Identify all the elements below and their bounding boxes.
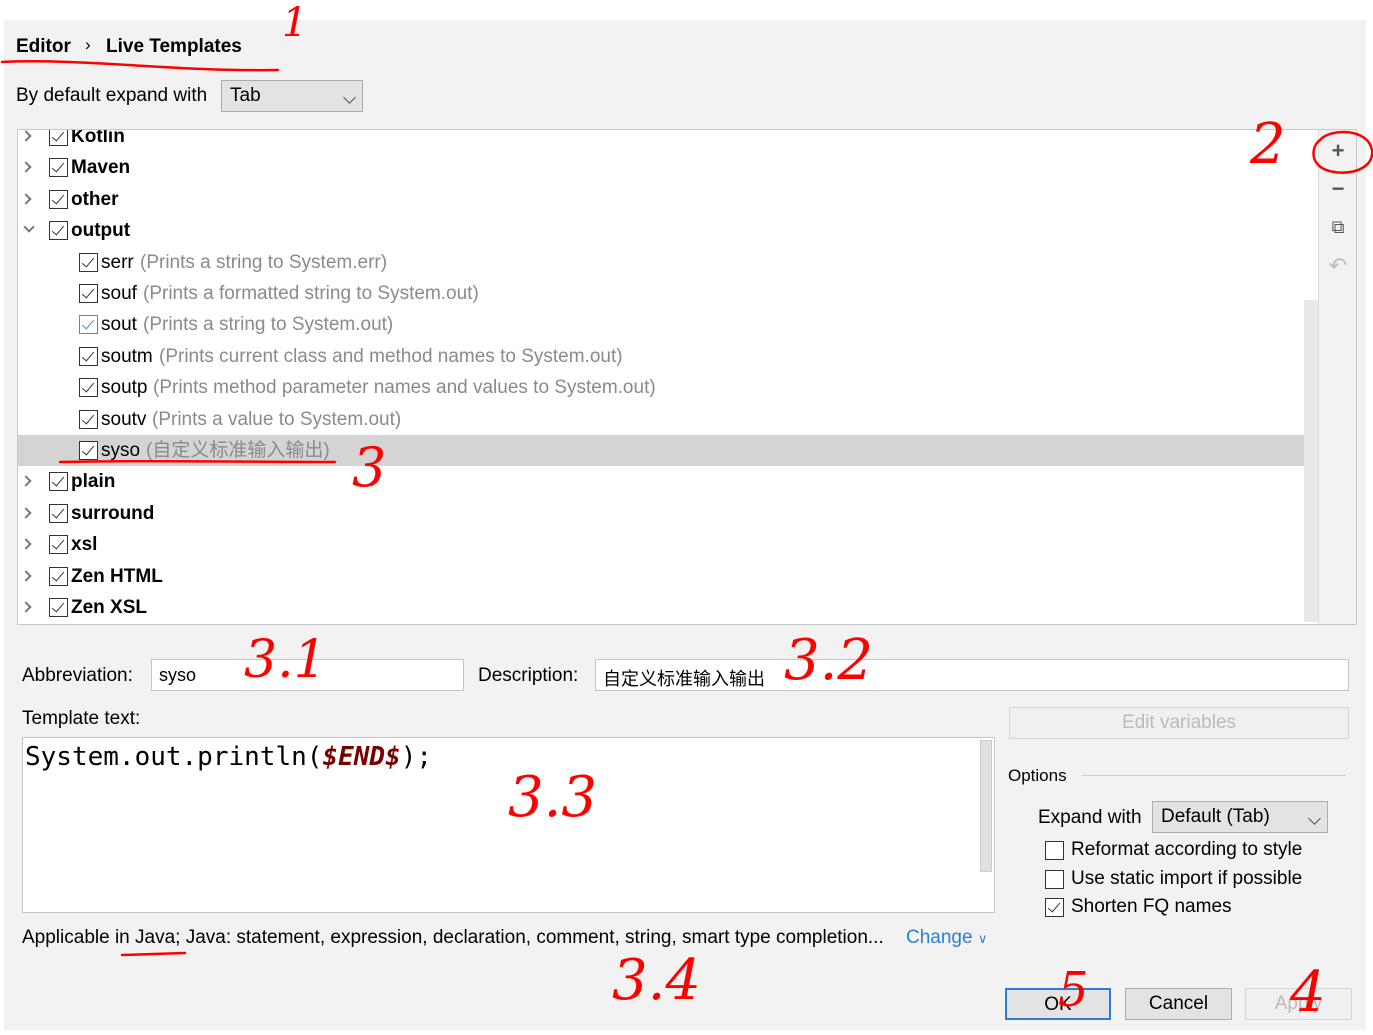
annotation-2: 2 <box>1250 112 1286 177</box>
underline-java <box>120 951 187 957</box>
circle-plus <box>1312 130 1373 174</box>
annotation-strokes <box>0 60 1373 957</box>
annotation-4: 4 <box>1290 960 1326 1025</box>
underline-breadcrumb <box>0 60 280 72</box>
annotation-3: 3 <box>352 436 387 499</box>
annotation-1: 1 <box>282 0 308 46</box>
annotation-3-2: 3.2 <box>784 628 874 693</box>
annotation-3-3: 3.3 <box>508 765 598 830</box>
annotation-3-4: 3.4 <box>612 948 702 1013</box>
underline-syso <box>58 459 337 464</box>
annotation-3-1: 3.1 <box>244 630 327 690</box>
annotation-5: 5 <box>1058 962 1089 1018</box>
